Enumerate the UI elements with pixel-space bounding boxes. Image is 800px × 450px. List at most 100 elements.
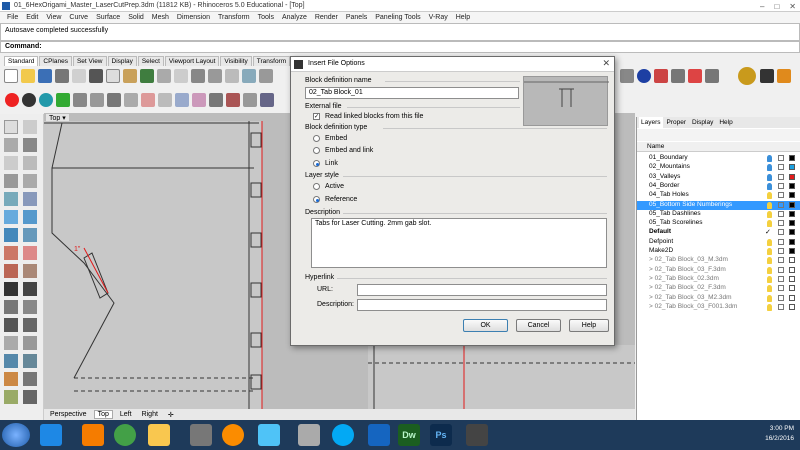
lightbulb-icon[interactable] <box>767 192 772 200</box>
lightbulb-icon[interactable] <box>767 173 772 181</box>
layer-row[interactable]: 02_Mountains <box>637 163 800 172</box>
menu-surface[interactable]: Surface <box>92 14 124 21</box>
menu-render[interactable]: Render <box>311 14 342 21</box>
type-link-radio[interactable] <box>313 160 320 167</box>
line-icon[interactable] <box>23 138 37 152</box>
ellipse-icon[interactable] <box>23 174 37 188</box>
grid-icon[interactable] <box>175 93 189 107</box>
toolbar-more-icon[interactable] <box>705 69 719 83</box>
rotate-view-icon[interactable] <box>174 69 188 83</box>
ok-button[interactable]: OK <box>463 319 508 332</box>
join-icon[interactable] <box>4 300 18 314</box>
open-file-icon[interactable] <box>21 69 35 83</box>
copy-icon[interactable] <box>106 69 120 83</box>
block-icon[interactable] <box>23 372 37 386</box>
lock-icon[interactable] <box>778 294 784 301</box>
ibl-icon[interactable] <box>141 93 155 107</box>
tab-display[interactable]: Display <box>107 56 137 66</box>
lock-icon[interactable] <box>778 229 784 236</box>
type-embed-link-radio[interactable] <box>313 147 320 154</box>
lock-icon[interactable] <box>778 257 784 264</box>
set-cplane-icon[interactable] <box>259 69 273 83</box>
polyline-icon[interactable] <box>4 138 18 152</box>
lock-icon[interactable] <box>778 192 784 199</box>
light-icon[interactable] <box>73 93 87 107</box>
chamfer-icon[interactable] <box>23 264 37 278</box>
menu-view[interactable]: View <box>42 14 65 21</box>
lock-icon[interactable] <box>778 238 784 245</box>
system-clock[interactable]: 3:00 PM 16/2/2016 <box>765 424 794 444</box>
transform-tools-icon[interactable] <box>4 390 18 404</box>
type-link-option[interactable]: Link <box>313 160 338 167</box>
type-embed-option[interactable]: Embed <box>313 135 347 142</box>
render-icon[interactable] <box>620 69 634 83</box>
scale-icon[interactable] <box>23 390 37 404</box>
layer-color-swatch[interactable] <box>789 248 795 254</box>
tools-icon[interactable] <box>190 424 212 446</box>
description-textarea[interactable]: Tabs for Laser Cutting. 2mm gab slot. <box>311 218 607 268</box>
type-embed-radio[interactable] <box>313 135 320 142</box>
cancel-button[interactable]: Cancel <box>516 319 561 332</box>
analyze-icon[interactable] <box>23 354 37 368</box>
start-button[interactable] <box>2 423 30 447</box>
lock-icon[interactable] <box>778 201 784 208</box>
surface-icon[interactable] <box>4 210 18 224</box>
menu-vray[interactable]: V-Ray <box>425 14 452 21</box>
vray-render-icon[interactable] <box>760 69 774 83</box>
lightbulb-icon[interactable] <box>767 210 772 218</box>
lightbulb-icon[interactable] <box>767 201 772 209</box>
layer-color-swatch[interactable] <box>789 155 795 161</box>
layer-row[interactable]: 05_Bottom Side Numberings <box>637 200 800 210</box>
menu-mesh[interactable]: Mesh <box>148 14 173 21</box>
menu-tools[interactable]: Tools <box>254 14 278 21</box>
dialog-close-icon[interactable]: ✕ <box>602 58 610 69</box>
read-linked-option[interactable]: ✓ Read linked blocks from this file <box>313 113 423 120</box>
skype-icon[interactable] <box>332 424 354 446</box>
layer-color-swatch[interactable] <box>789 275 795 282</box>
properties-icon[interactable] <box>243 93 257 107</box>
media-player-icon[interactable] <box>222 424 244 446</box>
layer-color-swatch[interactable] <box>789 173 795 180</box>
layer-row[interactable]: > 02_Tab Block_03_M2.3dm <box>637 294 800 303</box>
layer-color-swatch[interactable] <box>789 266 795 273</box>
text-icon[interactable] <box>23 336 37 350</box>
menu-dimension[interactable]: Dimension <box>173 14 214 21</box>
zoom-icon[interactable] <box>191 69 205 83</box>
circle-icon[interactable] <box>23 156 37 170</box>
layer-color-swatch[interactable] <box>789 201 795 208</box>
print-icon[interactable] <box>55 69 69 83</box>
menu-edit[interactable]: Edit <box>22 14 42 21</box>
lightbulb-icon[interactable] <box>767 266 772 274</box>
lock-icon[interactable] <box>778 266 784 273</box>
sphere-icon[interactable] <box>23 228 37 242</box>
tab-standard[interactable]: Standard <box>4 56 39 66</box>
ruler-icon[interactable] <box>158 93 172 107</box>
render-tools-icon[interactable] <box>4 372 18 386</box>
arc-icon[interactable] <box>4 174 18 188</box>
layer-color-swatch[interactable] <box>789 192 795 199</box>
minimize-button[interactable]: – <box>760 2 764 11</box>
lightbulb-icon[interactable] <box>767 182 772 190</box>
lock-icon[interactable] <box>209 93 223 107</box>
menu-curve[interactable]: Curve <box>65 14 92 21</box>
magnet-icon[interactable] <box>688 69 702 83</box>
extrude-icon[interactable] <box>23 210 37 224</box>
lock-icon[interactable] <box>778 155 784 161</box>
move-icon[interactable] <box>4 318 18 332</box>
layer-color-swatch[interactable] <box>789 182 795 189</box>
point-icon[interactable] <box>23 120 37 134</box>
polygon-icon[interactable] <box>23 192 37 206</box>
zoom-window-icon[interactable] <box>208 69 222 83</box>
layer-reference-option[interactable]: Reference <box>313 196 357 203</box>
lock-icon[interactable] <box>778 182 784 189</box>
layer-color-swatch[interactable] <box>789 257 795 264</box>
material-sphere-icon[interactable] <box>22 93 36 107</box>
undo-icon[interactable] <box>140 69 154 83</box>
trim-icon[interactable] <box>4 282 18 296</box>
word-icon[interactable] <box>368 424 390 446</box>
layer-row[interactable]: Make2D <box>637 247 800 256</box>
fillet-icon[interactable] <box>4 264 18 278</box>
photoshop-icon[interactable]: Ps <box>430 424 452 446</box>
grasshopper-icon[interactable] <box>671 69 685 83</box>
mesh-icon[interactable] <box>4 246 18 260</box>
